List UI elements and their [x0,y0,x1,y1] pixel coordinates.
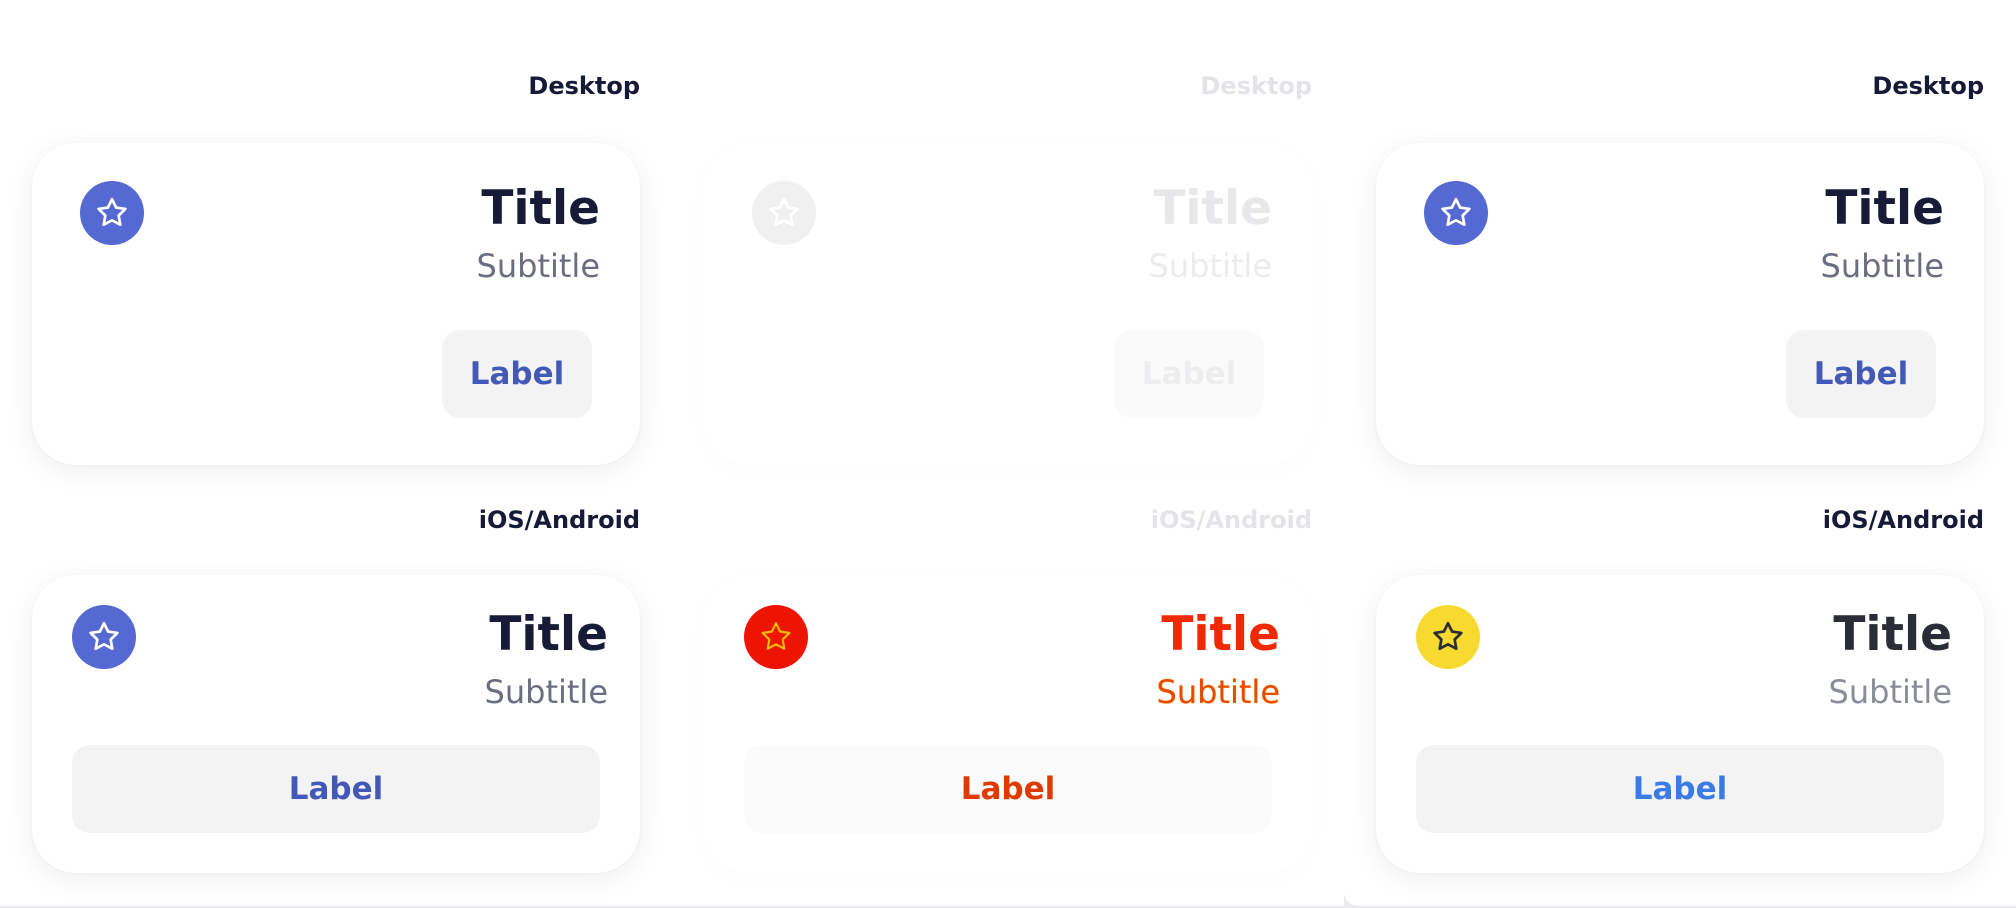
star-icon [744,605,808,669]
mobile-card: Title Subtitle Label [32,575,640,873]
desktop-card: Title Subtitle Label [32,143,640,465]
desktop-heading: Desktop [1200,72,1312,100]
label-button[interactable]: Label [442,330,592,418]
desktop-heading: Desktop [1872,72,1984,100]
mobile-card: Title Subtitle Label [704,575,1312,873]
card-title: Title [1833,607,1952,662]
variant-panel-default: Desktop Title Subtitle Label iOS/Android… [0,0,672,906]
card-title: Title [489,607,608,662]
desktop-card: Title Subtitle Label [1376,143,1984,465]
card-subtitle: Subtitle [484,673,608,711]
mobile-heading: iOS/Android [478,506,640,534]
card-title: Title [481,181,600,236]
variant-panel-highlight: Desktop Title Subtitle Label iOS/Android… [672,0,1344,906]
label-button[interactable]: Label [1416,745,1944,833]
card-title: Title [1153,181,1272,236]
variant-panel-alternate: Desktop Title Subtitle Label iOS/Android… [1344,0,2016,906]
card-title: Title [1825,181,1944,236]
star-icon [752,181,816,245]
label-button[interactable]: Label [72,745,600,833]
card-subtitle: Subtitle [1820,247,1944,285]
desktop-heading: Desktop [528,72,640,100]
label-button[interactable]: Label [744,745,1272,833]
mobile-card: Title Subtitle Label [1376,575,1984,873]
card-subtitle: Subtitle [1148,247,1272,285]
star-icon [80,181,144,245]
card-subtitle: Subtitle [1156,673,1280,711]
desktop-card: Title Subtitle Label [704,143,1312,465]
star-icon [72,605,136,669]
mobile-heading: iOS/Android [1822,506,1984,534]
label-button[interactable]: Label [1786,330,1936,418]
card-subtitle: Subtitle [1828,673,1952,711]
card-subtitle: Subtitle [476,247,600,285]
mobile-heading: iOS/Android [1150,506,1312,534]
label-button[interactable]: Label [1114,330,1264,418]
star-icon [1416,605,1480,669]
card-title: Title [1161,607,1280,662]
star-icon [1424,181,1488,245]
